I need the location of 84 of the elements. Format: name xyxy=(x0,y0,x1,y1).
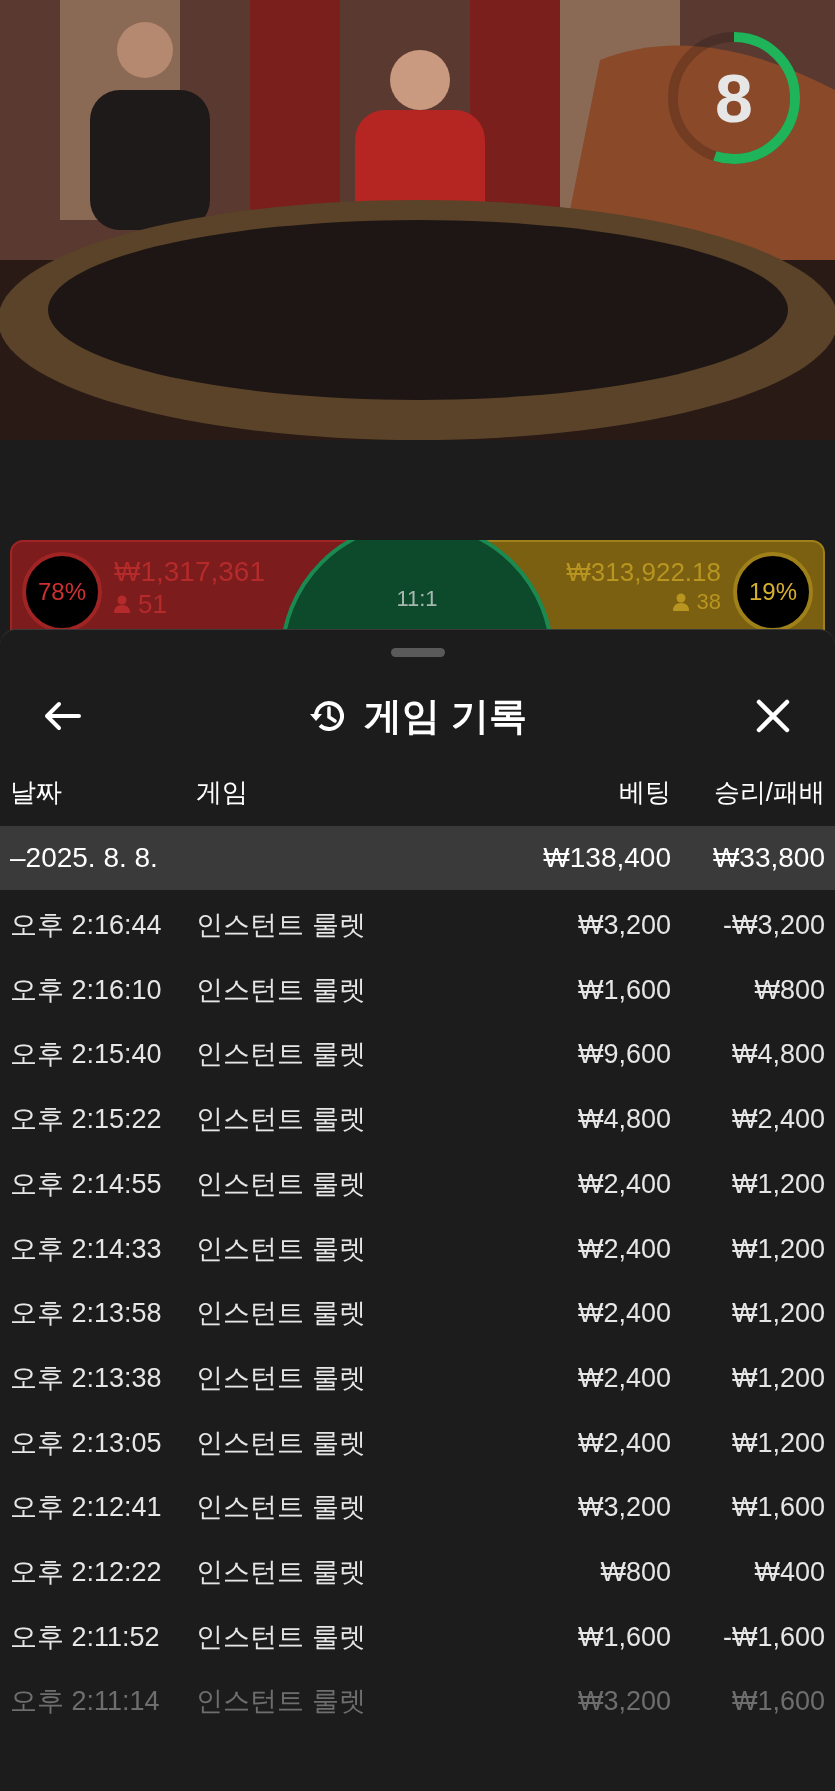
row-time: 오후 2:13:38 xyxy=(10,1361,163,1395)
row-bet: ₩3,200 xyxy=(576,1685,671,1719)
row-bet: ₩800 xyxy=(599,1555,671,1589)
row-game: 인스턴트 룰렛 xyxy=(196,1232,367,1266)
column-header: 승리/패배 xyxy=(712,775,825,809)
row-bet: ₩3,200 xyxy=(576,1491,671,1525)
history-row[interactable]: 오후 2:15:40 인스턴트 룰렛 ₩9,600 ₩4,800 xyxy=(0,1022,835,1088)
column-header: 날짜 xyxy=(10,775,63,809)
row-game: 인스턴트 룰렛 xyxy=(196,1038,367,1072)
row-bet: ₩1,600 xyxy=(576,973,671,1007)
column-header: 베팅 xyxy=(618,775,671,809)
player-count: 38 xyxy=(696,588,721,616)
row-game: 인스턴트 룰렛 xyxy=(196,1491,367,1525)
person-icon xyxy=(114,595,130,613)
row-time: 오후 2:13:58 xyxy=(10,1297,163,1331)
total-bet: ₩138,400 xyxy=(542,841,671,875)
row-game: 인스턴트 룰렛 xyxy=(196,1361,367,1395)
row-result: ₩400 xyxy=(753,1555,825,1589)
row-result: ₩1,200 xyxy=(730,1361,825,1395)
row-bet: ₩2,400 xyxy=(576,1232,671,1266)
row-bet: ₩4,800 xyxy=(576,1103,671,1137)
row-time: 오후 2:12:22 xyxy=(10,1555,163,1589)
close-icon xyxy=(756,699,790,733)
history-row[interactable]: 오후 2:13:38 인스턴트 룰렛 ₩2,400 ₩1,200 xyxy=(0,1345,835,1411)
history-row[interactable]: 오후 2:11:52 인스턴트 룰렛 ₩1,600 -₩1,600 xyxy=(0,1604,835,1670)
history-row[interactable]: 오후 2:13:05 인스턴트 룰렛 ₩2,400 ₩1,200 xyxy=(0,1410,835,1476)
column-header: 게임 xyxy=(196,775,249,809)
date-summary-row[interactable]: –2025. 8. 8. ₩138,400 ₩33,800 xyxy=(0,826,835,890)
history-row[interactable]: 오후 2:14:33 인스턴트 룰렛 ₩2,400 ₩1,200 xyxy=(0,1216,835,1282)
row-result: ₩1,200 xyxy=(730,1426,825,1460)
history-row[interactable]: 오후 2:12:22 인스턴트 룰렛 ₩800 ₩400 xyxy=(0,1539,835,1605)
history-row[interactable]: 오후 2:16:10 인스턴트 룰렛 ₩1,600 ₩800 xyxy=(0,957,835,1023)
row-game: 인스턴트 룰렛 xyxy=(196,1167,367,1201)
row-bet: ₩1,600 xyxy=(576,1620,671,1654)
row-game: 인스턴트 룰렛 xyxy=(196,1297,367,1331)
row-result: ₩1,200 xyxy=(730,1167,825,1201)
row-bet: ₩2,400 xyxy=(576,1297,671,1331)
row-game: 인스턴트 룰렛 xyxy=(196,1620,367,1654)
row-time: 오후 2:16:10 xyxy=(10,973,163,1007)
row-time: 오후 2:11:52 xyxy=(10,1620,161,1654)
history-row[interactable]: 오후 2:13:58 인스턴트 룰렛 ₩2,400 ₩1,200 xyxy=(0,1281,835,1346)
row-bet: ₩2,400 xyxy=(576,1426,671,1460)
row-game: 인스턴트 룰렛 xyxy=(196,1103,367,1137)
player-count: 51 xyxy=(138,588,167,620)
sheet-title: 게임 기록 xyxy=(364,693,527,739)
row-time: 오후 2:12:41 xyxy=(10,1491,163,1525)
date-label: –2025. 8. 8. xyxy=(10,841,159,875)
row-time: 오후 2:15:22 xyxy=(10,1103,163,1137)
row-game: 인스턴트 룰렛 xyxy=(196,1555,367,1589)
drag-handle[interactable] xyxy=(390,647,445,657)
bet-amount: ₩313,922.18 xyxy=(566,556,721,588)
row-result: ₩4,800 xyxy=(730,1038,825,1072)
back-arrow-icon xyxy=(43,701,81,731)
row-bet: ₩2,400 xyxy=(576,1167,671,1201)
row-time: 오후 2:16:44 xyxy=(10,909,163,943)
row-result: ₩1,600 xyxy=(730,1491,825,1525)
row-time: 오후 2:11:14 xyxy=(10,1685,161,1719)
row-game: 인스턴트 룰렛 xyxy=(196,973,367,1007)
history-row[interactable]: 오후 2:14:55 인스턴트 룰렛 ₩2,400 ₩1,200 xyxy=(0,1151,835,1217)
row-result: -₩1,600 xyxy=(721,1620,825,1654)
history-row[interactable]: 오후 2:16:44 인스턴트 룰렛 ₩3,200 -₩3,200 xyxy=(0,893,835,958)
row-bet: ₩9,600 xyxy=(576,1038,671,1072)
row-time: 오후 2:14:33 xyxy=(10,1232,163,1266)
row-result: -₩3,200 xyxy=(721,909,825,943)
bet-amount: ₩1,317,361 xyxy=(114,556,265,588)
row-bet: ₩3,200 xyxy=(576,909,671,943)
countdown-number: 8 xyxy=(715,59,753,138)
row-bet: ₩2,400 xyxy=(576,1361,671,1395)
row-result: ₩1,200 xyxy=(730,1297,825,1331)
person-icon xyxy=(672,593,689,611)
row-game: 인스턴트 룰렛 xyxy=(196,1426,367,1460)
row-time: 오후 2:14:55 xyxy=(10,1167,163,1201)
odds-label: 11:1 xyxy=(395,585,439,613)
row-result: ₩1,600 xyxy=(730,1685,825,1719)
row-result: ₩2,400 xyxy=(730,1103,825,1137)
row-result: ₩800 xyxy=(753,973,825,1007)
row-game: 인스턴트 룰렛 xyxy=(196,909,367,943)
row-time: 오후 2:15:40 xyxy=(10,1038,163,1072)
history-row[interactable]: 오후 2:15:22 인스턴트 룰렛 ₩4,800 ₩2,400 xyxy=(0,1087,835,1152)
row-result: ₩1,200 xyxy=(730,1232,825,1266)
total-result: ₩33,800 xyxy=(711,841,825,875)
row-game: 인스턴트 룰렛 xyxy=(196,1685,367,1719)
history-row[interactable]: 오후 2:12:41 인스턴트 룰렛 ₩3,200 ₩1,600 xyxy=(0,1475,835,1540)
row-time: 오후 2:13:05 xyxy=(10,1426,163,1460)
